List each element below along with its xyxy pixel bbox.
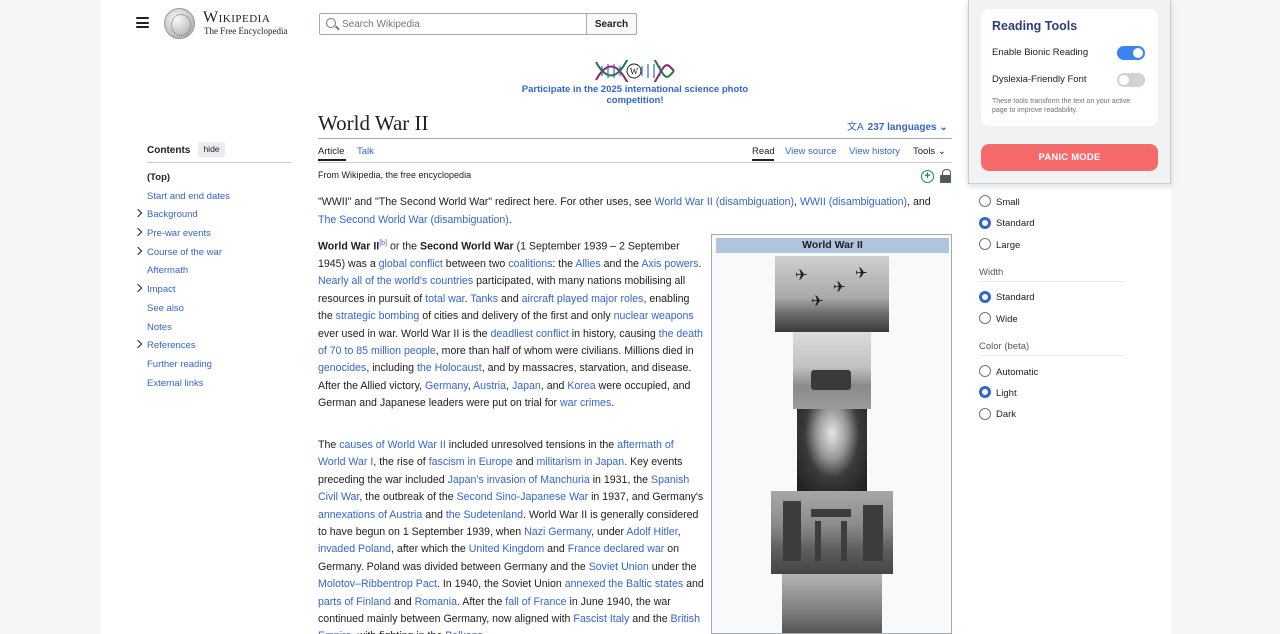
wikipedia-wordmark[interactable]: Wikipedia <box>203 9 270 27</box>
tab-article[interactable]: Article <box>318 146 344 157</box>
radio-text-small[interactable] <box>979 195 991 207</box>
wikipedia-tagline: The Free Encyclopedia <box>204 26 288 36</box>
toc-item-course-of-the-war[interactable]: Course of the war <box>133 245 294 264</box>
section-divider <box>979 355 1125 356</box>
toggle-knob <box>1133 48 1143 58</box>
toc-item-background[interactable]: Background <box>133 207 294 226</box>
toc-item-start-and-end-dates[interactable]: Start and end dates <box>134 189 294 208</box>
bionic-reading-label: Enable Bionic Reading <box>992 47 1089 58</box>
radio-width-wide[interactable] <box>979 312 991 324</box>
bionic-reading-toggle[interactable] <box>1117 46 1145 60</box>
search-input[interactable] <box>342 16 582 32</box>
radio-color-automatic[interactable] <box>979 365 991 377</box>
ruined-city-photo[interactable] <box>771 491 893 574</box>
section-divider <box>979 281 1125 282</box>
chevron-down-icon: ⌄ <box>939 122 948 133</box>
bomber-planes-photo[interactable]: ✈ ✈ ✈ ✈ <box>775 256 889 332</box>
color-section-label: Color (beta) <box>979 341 1030 352</box>
hatnote-link[interactable]: The Second World War (disambiguation) <box>318 214 509 226</box>
radio-color-light[interactable] <box>979 386 991 398</box>
radio-label: Large <box>996 240 1021 251</box>
title-divider <box>318 138 952 139</box>
page-title: World War II <box>318 111 429 135</box>
chevron-right-icon[interactable] <box>133 339 143 349</box>
search-box <box>319 13 587 35</box>
causes-paragraph: The causes of World War II included unre… <box>318 439 704 634</box>
add-icon[interactable]: + <box>921 170 934 183</box>
toc-heading: Contents <box>147 145 191 156</box>
hatnote: "WWII" and "The Second World War" redire… <box>318 196 931 226</box>
toc-item-external-links[interactable]: External links <box>134 376 294 395</box>
dyslexia-font-toggle[interactable] <box>1117 73 1145 87</box>
photo-competition-banner-link[interactable]: Participate in the 2025 international sc… <box>495 84 775 106</box>
translate-icon: 文A <box>847 122 864 133</box>
languages-button[interactable]: 文A 237 languages ⌄ <box>847 118 948 133</box>
tab-read[interactable]: Read <box>752 146 775 157</box>
radio-label: Standard <box>996 218 1035 229</box>
reading-tools-title: Reading Tools <box>992 19 1078 33</box>
radio-width-standard[interactable] <box>979 291 991 303</box>
toc-item-references[interactable]: References <box>133 338 294 357</box>
radio-label: Light <box>996 388 1017 399</box>
tab-read-underline <box>752 159 774 161</box>
toc-divider <box>147 162 291 163</box>
radio-text-large[interactable] <box>979 238 991 250</box>
panic-mode-button[interactable]: PANIC MODE <box>981 144 1158 171</box>
toc-item-further-reading[interactable]: Further reading <box>134 357 294 376</box>
search-icon <box>326 18 336 28</box>
from-wikipedia-line: From Wikipedia, the free encyclopedia <box>318 170 472 180</box>
radio-label: Automatic <box>996 367 1039 378</box>
main-menu-icon[interactable] <box>136 17 149 28</box>
chevron-right-icon[interactable] <box>133 246 143 255</box>
dna-helix-icon[interactable]: W <box>594 60 676 82</box>
infobox-title: World War II <box>716 238 949 253</box>
toc-item-aftermath[interactable]: Aftermath <box>134 263 294 282</box>
radio-label: Dark <box>996 409 1017 420</box>
left-gutter <box>0 0 101 634</box>
chevron-right-icon[interactable] <box>133 227 143 237</box>
tabs-divider <box>318 162 952 163</box>
hatnote-link[interactable]: World War II (disambiguation) <box>655 196 795 208</box>
dyslexia-font-label: Dyslexia-Friendly Font <box>992 74 1087 85</box>
radio-label: Wide <box>996 314 1018 325</box>
tab-article-underline <box>318 159 346 161</box>
table-of-contents: (Top) Start and end dates Background Pre… <box>133 170 294 395</box>
radio-label: Small <box>996 197 1020 208</box>
radio-text-standard[interactable] <box>979 217 991 229</box>
chevron-down-icon: ⌄ <box>937 146 946 157</box>
toc-item-pre-war-events[interactable]: Pre-war events <box>133 226 294 245</box>
radio-color-dark[interactable] <box>979 408 991 420</box>
toc-hide-button[interactable]: hide <box>198 142 225 157</box>
reading-tools-note: These tools transform the text on your a… <box>992 98 1131 114</box>
mushroom-cloud-photo[interactable] <box>797 409 867 491</box>
toc-item-top[interactable]: (Top) <box>134 170 294 189</box>
tools-menu[interactable]: Tools ⌄ <box>913 146 946 157</box>
chevron-right-icon[interactable] <box>133 283 143 293</box>
toc-item-impact[interactable]: Impact <box>133 282 294 301</box>
infobox: World War II ✈ ✈ ✈ ✈ <box>711 234 952 634</box>
tab-talk[interactable]: Talk <box>357 146 374 157</box>
flag-raising-photo[interactable] <box>782 574 882 633</box>
toc-item-notes[interactable]: Notes <box>134 320 294 339</box>
wikipedia-globe-logo[interactable] <box>164 8 195 39</box>
hatnote-link[interactable]: WWII (disambiguation) <box>800 196 907 208</box>
tab-view-history[interactable]: View history <box>849 146 900 157</box>
tab-view-source[interactable]: View source <box>785 146 837 157</box>
tank-photo[interactable] <box>793 332 871 409</box>
svg-text:W: W <box>630 67 639 77</box>
chevron-right-icon[interactable] <box>133 209 143 218</box>
lock-icon[interactable] <box>940 169 951 183</box>
intro-paragraph: World War II[b] or the Second World War … <box>318 240 703 410</box>
right-gutter <box>1171 0 1280 634</box>
width-section-label: Width <box>979 267 1004 278</box>
radio-label: Standard <box>996 292 1035 303</box>
toc-item-see-also[interactable]: See also <box>134 301 294 320</box>
search-button[interactable]: Search <box>586 13 637 35</box>
toggle-knob <box>1119 75 1129 85</box>
